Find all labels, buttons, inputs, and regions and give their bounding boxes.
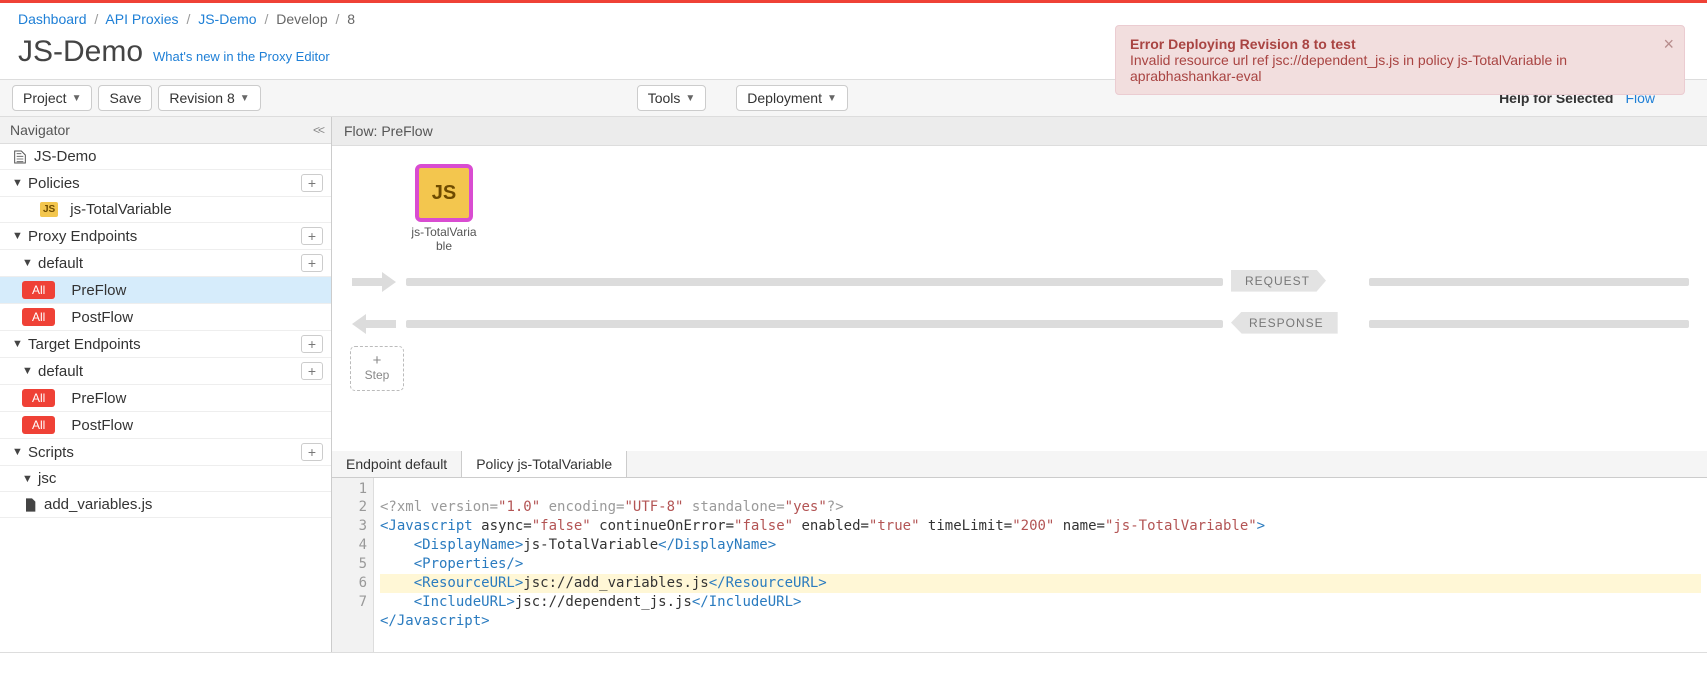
breadcrumb-sep: / xyxy=(186,11,190,27)
project-menu[interactable]: Project▼ xyxy=(12,85,92,111)
breadcrumb-revision: 8 xyxy=(347,11,355,27)
caret-down-icon: ▼ xyxy=(827,93,837,104)
nav-target-endpoints[interactable]: ▼Target Endpoints + xyxy=(0,331,331,358)
breadcrumb-sep: / xyxy=(94,11,98,27)
nav-proxy-postflow[interactable]: AllPostFlow xyxy=(0,304,331,331)
whats-new-link[interactable]: What's new in the Proxy Editor xyxy=(153,49,330,64)
document-icon xyxy=(12,149,28,165)
breadcrumb-dashboard[interactable]: Dashboard xyxy=(18,11,87,27)
nav-proxy-ep-default[interactable]: ▼default + xyxy=(0,250,331,277)
nav-script-item[interactable]: add_variables.js xyxy=(0,492,331,518)
code-line: </Javascript> xyxy=(380,613,490,629)
code-line: <?xml version="1.0" encoding="UTF-8" sta… xyxy=(380,499,844,515)
code-line: <IncludeURL>jsc://dependent_js.js</Inclu… xyxy=(380,594,801,610)
breadcrumb-sep: / xyxy=(264,11,268,27)
request-label: REQUEST xyxy=(1231,270,1326,292)
response-lane: RESPONSE xyxy=(350,310,1689,338)
navigator-pane: Navigator << JS-Demo ▼Policies + JSjs-To… xyxy=(0,117,332,652)
add-target-ep-button[interactable]: + xyxy=(301,335,323,353)
response-label: RESPONSE xyxy=(1231,312,1338,334)
breadcrumb-sep: / xyxy=(336,11,340,27)
disclosure-down-icon: ▼ xyxy=(22,365,32,377)
breadcrumb-api-proxies[interactable]: API Proxies xyxy=(105,11,178,27)
arrow-right-icon xyxy=(350,268,398,296)
disclosure-down-icon: ▼ xyxy=(22,257,32,269)
tools-menu[interactable]: Tools▼ xyxy=(637,85,707,111)
code-tabs: Endpoint default Policy js-TotalVariable xyxy=(332,451,1707,478)
add-flow-button[interactable]: + xyxy=(301,254,323,272)
disclosure-down-icon: ▼ xyxy=(12,446,22,458)
collapse-icon[interactable]: << xyxy=(313,123,323,137)
alert-title: Error Deploying Revision 8 to test xyxy=(1130,36,1656,52)
arrow-left-icon xyxy=(350,310,398,338)
add-script-button[interactable]: + xyxy=(301,443,323,461)
nav-target-preflow[interactable]: AllPreFlow xyxy=(0,385,331,412)
file-icon xyxy=(22,497,38,513)
flow-header: Flow: PreFlow xyxy=(332,117,1707,146)
code-line: <Properties/> xyxy=(380,556,523,572)
nav-root[interactable]: JS-Demo xyxy=(0,144,331,170)
editor-pane: Flow: PreFlow JS js-TotalVariable REQUES… xyxy=(332,117,1707,652)
page-title: JS-Demo xyxy=(18,35,143,69)
nav-target-ep-default[interactable]: ▼default + xyxy=(0,358,331,385)
caret-down-icon: ▼ xyxy=(685,93,695,104)
request-lane: REQUEST xyxy=(350,268,1689,296)
js-policy-icon: JS xyxy=(415,164,473,222)
code-line-highlighted: <ResourceURL>jsc://add_variables.js</Res… xyxy=(380,574,1701,593)
caret-down-icon: ▼ xyxy=(240,93,250,104)
nav-jsc-folder[interactable]: ▼jsc xyxy=(0,466,331,492)
disclosure-down-icon: ▼ xyxy=(12,177,22,189)
navigator-header: Navigator << xyxy=(0,117,331,144)
nav-scripts[interactable]: ▼Scripts + xyxy=(0,439,331,466)
nav-policies[interactable]: ▼Policies + xyxy=(0,170,331,197)
code-editor[interactable]: 1234567 <?xml version="1.0" encoding="UT… xyxy=(332,478,1707,652)
line-gutter: 1234567 xyxy=(332,478,374,652)
nav-proxy-preflow[interactable]: AllPreFlow xyxy=(0,277,331,304)
breadcrumb-proxy[interactable]: JS-Demo xyxy=(198,11,256,27)
error-alert: Error Deploying Revision 8 to test Inval… xyxy=(1115,25,1685,95)
alert-body: Invalid resource url ref jsc://dependent… xyxy=(1130,52,1656,84)
code-content[interactable]: <?xml version="1.0" encoding="UTF-8" sta… xyxy=(374,478,1707,652)
disclosure-down-icon: ▼ xyxy=(22,473,32,485)
disclosure-down-icon: ▼ xyxy=(12,338,22,350)
tab-policy[interactable]: Policy js-TotalVariable xyxy=(462,451,627,477)
all-badge: All xyxy=(22,389,55,407)
add-flow-button[interactable]: + xyxy=(301,362,323,380)
add-policy-button[interactable]: + xyxy=(301,174,323,192)
tab-endpoint-default[interactable]: Endpoint default xyxy=(332,451,462,477)
save-button[interactable]: Save xyxy=(98,85,152,111)
code-line: <DisplayName>js-TotalVariable</DisplayNa… xyxy=(380,537,776,553)
plus-icon: + xyxy=(351,353,403,368)
all-badge: All xyxy=(22,308,55,326)
code-line: <Javascript async="false" continueOnErro… xyxy=(380,518,1265,534)
nav-target-postflow[interactable]: AllPostFlow xyxy=(0,412,331,439)
all-badge: All xyxy=(22,281,55,299)
nav-policy-item[interactable]: JSjs-TotalVariable xyxy=(0,197,331,223)
revision-menu[interactable]: Revision 8▼ xyxy=(158,85,260,111)
add-proxy-ep-button[interactable]: + xyxy=(301,227,323,245)
deployment-menu[interactable]: Deployment▼ xyxy=(736,85,848,111)
nav-proxy-endpoints[interactable]: ▼Proxy Endpoints + xyxy=(0,223,331,250)
close-icon[interactable]: × xyxy=(1663,34,1674,55)
disclosure-down-icon: ▼ xyxy=(12,230,22,242)
all-badge: All xyxy=(22,416,55,434)
policy-chip-label: js-TotalVariable xyxy=(410,226,478,254)
breadcrumb-develop: Develop xyxy=(276,11,327,27)
js-icon: JS xyxy=(40,202,58,217)
caret-down-icon: ▼ xyxy=(72,93,82,104)
policy-chip[interactable]: JS js-TotalVariable xyxy=(410,164,478,254)
add-step-button[interactable]: + Step xyxy=(350,346,404,391)
